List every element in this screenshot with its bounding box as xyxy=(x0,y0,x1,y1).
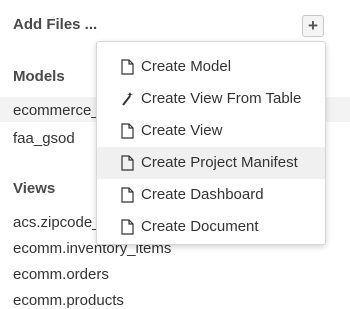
menu-item-create-view-from-table[interactable]: Create View From Table xyxy=(97,83,325,115)
menu-item-label: Create View From Table xyxy=(141,90,302,107)
menu-item-create-model[interactable]: Create Model xyxy=(97,51,325,83)
menu-item-label: Create Project Manifest xyxy=(141,154,298,171)
file-icon xyxy=(121,155,134,171)
model-item-faa-gsod[interactable]: faa_gsod xyxy=(13,130,75,147)
file-icon xyxy=(121,219,134,235)
model-item-ecommerce[interactable]: ecommerce_ xyxy=(13,102,100,119)
file-icon xyxy=(121,123,134,139)
menu-item-label: Create Dashboard xyxy=(141,186,264,203)
menu-item-label: Create View xyxy=(141,122,223,139)
menu-item-create-project-manifest[interactable]: Create Project Manifest xyxy=(97,147,325,179)
add-file-button[interactable]: + xyxy=(302,15,324,37)
view-item-orders[interactable]: ecomm.orders xyxy=(13,266,109,283)
add-files-title[interactable]: Add Files ... xyxy=(13,16,97,33)
file-icon xyxy=(121,187,134,203)
file-icon xyxy=(121,59,134,75)
views-section-title: Views xyxy=(13,180,56,197)
models-section-title: Models xyxy=(13,68,65,85)
add-files-dropdown-menu: Create Model Create View From Table Crea… xyxy=(96,41,326,245)
view-item-products[interactable]: ecomm.products xyxy=(13,292,124,309)
menu-item-create-document[interactable]: Create Document xyxy=(97,211,325,243)
menu-item-label: Create Document xyxy=(141,218,259,235)
menu-item-label: Create Model xyxy=(141,58,232,75)
menu-item-create-view[interactable]: Create View xyxy=(97,115,325,147)
menu-item-create-dashboard[interactable]: Create Dashboard xyxy=(97,179,325,211)
view-item-acs-zipcode[interactable]: acs.zipcode_ xyxy=(13,214,101,231)
magic-wand-icon xyxy=(122,92,133,106)
